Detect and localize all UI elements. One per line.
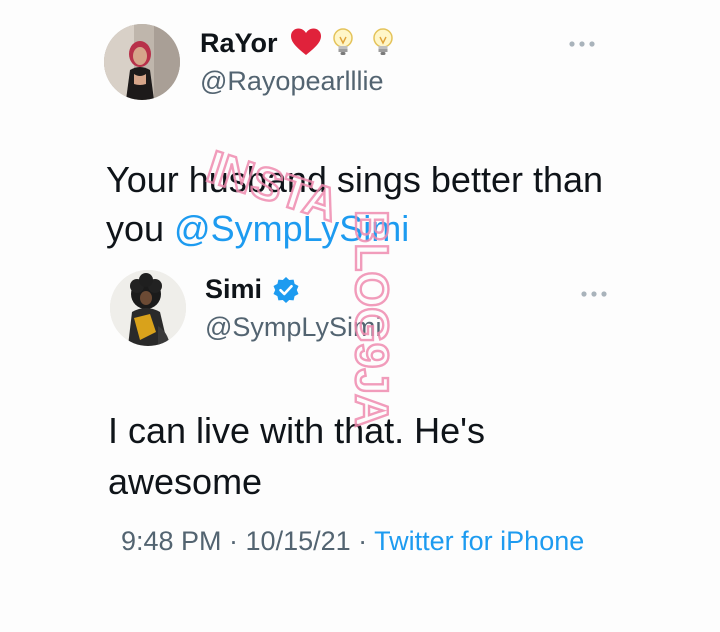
screenshot-frame: RaYor @Rayopearlllie Your husband sings … (0, 0, 720, 632)
mention-link[interactable]: @SympLySimi (174, 208, 409, 249)
more-options-icon[interactable] (580, 290, 608, 298)
tweet-metadata: 9:48 PM · 10/15/21 · Twitter for iPhone (121, 521, 601, 561)
red-heart-icon (291, 28, 321, 55)
light-bulb-icon (333, 28, 353, 55)
rayor-handle[interactable]: @Rayopearlllie (200, 66, 384, 97)
more-options-icon[interactable] (568, 40, 596, 48)
rayor-avatar[interactable] (104, 24, 180, 100)
simi-avatar-image (110, 270, 186, 346)
simi-avatar[interactable] (110, 270, 186, 346)
tweet-text: Your husband sings better than you @Symp… (106, 155, 646, 253)
simi-handle[interactable]: @SympLySimi (205, 312, 381, 343)
tweet-timestamp[interactable]: 9:48 PM · 10/15/21 · (121, 526, 374, 556)
tweet-source-link[interactable]: Twitter for iPhone (374, 526, 584, 556)
simi-display-name[interactable]: Simi (205, 274, 262, 305)
light-bulb-icon (373, 28, 393, 55)
reply-text: I can live with that. He's awesome (108, 410, 486, 502)
rayor-display-name[interactable]: RaYor (200, 28, 278, 59)
verified-badge-icon (273, 277, 299, 303)
rayor-avatar-image (104, 24, 180, 100)
